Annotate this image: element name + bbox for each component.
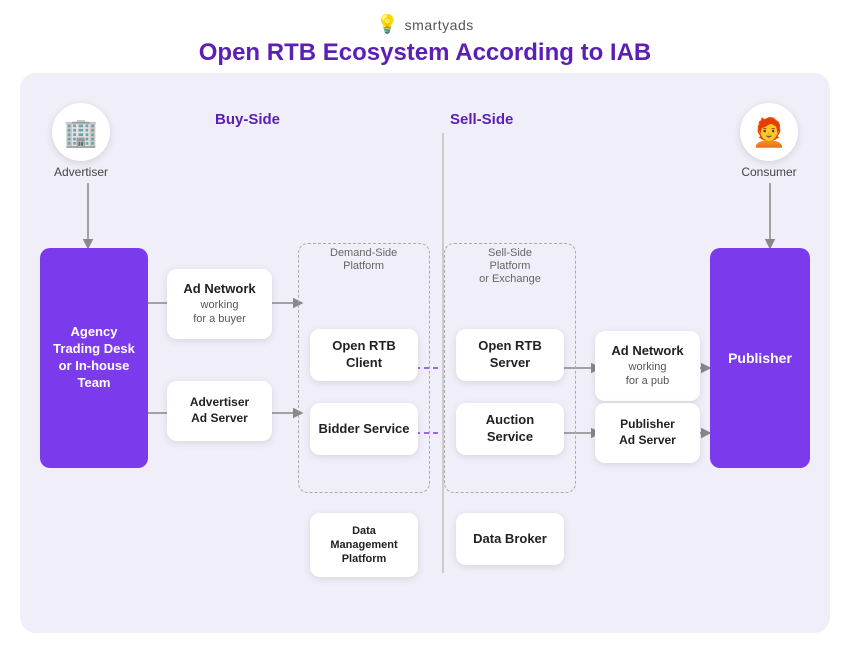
ad-network-sell-title: Ad Network — [611, 343, 683, 360]
dsp-label: Demand-SidePlatform — [330, 247, 397, 273]
buy-side-label: Buy-Side — [215, 111, 280, 128]
data-mgmt-box: Data Management Platform — [310, 513, 418, 577]
data-mgmt-title: Data Management Platform — [330, 524, 397, 567]
sell-side-label: Sell-Side — [450, 111, 513, 128]
data-broker-title: Data Broker — [473, 531, 547, 548]
open-rtb-client-title: Open RTB Client — [316, 338, 412, 372]
logo-text: smartyads — [405, 17, 474, 33]
auction-service-title: Auction Service — [462, 412, 558, 446]
advertiser-avatar: 🏢 Advertiser — [52, 103, 110, 179]
logo-icon: 💡 — [376, 14, 398, 35]
ad-network-buy-sub: working for a buyer — [193, 298, 246, 327]
open-rtb-server-box: Open RTB Server — [456, 329, 564, 381]
open-rtb-client-box: Open RTB Client — [310, 329, 418, 381]
consumer-avatar: 🧑‍🦰 Consumer — [740, 103, 798, 179]
advertiser-ad-server-title: Advertiser Ad Server — [190, 395, 249, 426]
publisher-ad-server-box: Publisher Ad Server — [595, 403, 700, 463]
header: 💡 smartyads Open RTB Ecosystem According… — [199, 14, 652, 67]
ad-network-sell-sub: working for a pub — [626, 360, 669, 389]
advertiser-label: Advertiser — [54, 165, 108, 179]
advertiser-icon: 🏢 — [52, 103, 110, 161]
publisher-ad-server-title: Publisher Ad Server — [619, 417, 676, 448]
page: 💡 smartyads Open RTB Ecosystem According… — [0, 0, 850, 660]
data-broker-box: Data Broker — [456, 513, 564, 565]
diagram: Buy-Side Sell-Side 🏢 Advertiser 🧑‍🦰 Cons… — [20, 73, 830, 633]
agency-box: Agency Trading Desk or In-house Team — [40, 248, 148, 468]
auction-service-box: Auction Service — [456, 403, 564, 455]
ad-network-buy-box: Ad Network working for a buyer — [167, 269, 272, 339]
open-rtb-server-title: Open RTB Server — [462, 338, 558, 372]
ssp-inner-label: Sell-SidePlatformor Exchange — [450, 247, 570, 287]
ad-network-buy-title: Ad Network — [183, 281, 255, 298]
main-title: Open RTB Ecosystem According to IAB — [199, 39, 652, 67]
ad-network-sell-box: Ad Network working for a pub — [595, 331, 700, 401]
publisher-box: Publisher — [710, 248, 810, 468]
advertiser-ad-server-box: Advertiser Ad Server — [167, 381, 272, 441]
logo-row: 💡 smartyads — [376, 14, 474, 35]
consumer-label: Consumer — [741, 165, 796, 179]
bidder-service-box: Bidder Service — [310, 403, 418, 455]
bidder-service-title: Bidder Service — [318, 421, 409, 438]
consumer-icon: 🧑‍🦰 — [740, 103, 798, 161]
